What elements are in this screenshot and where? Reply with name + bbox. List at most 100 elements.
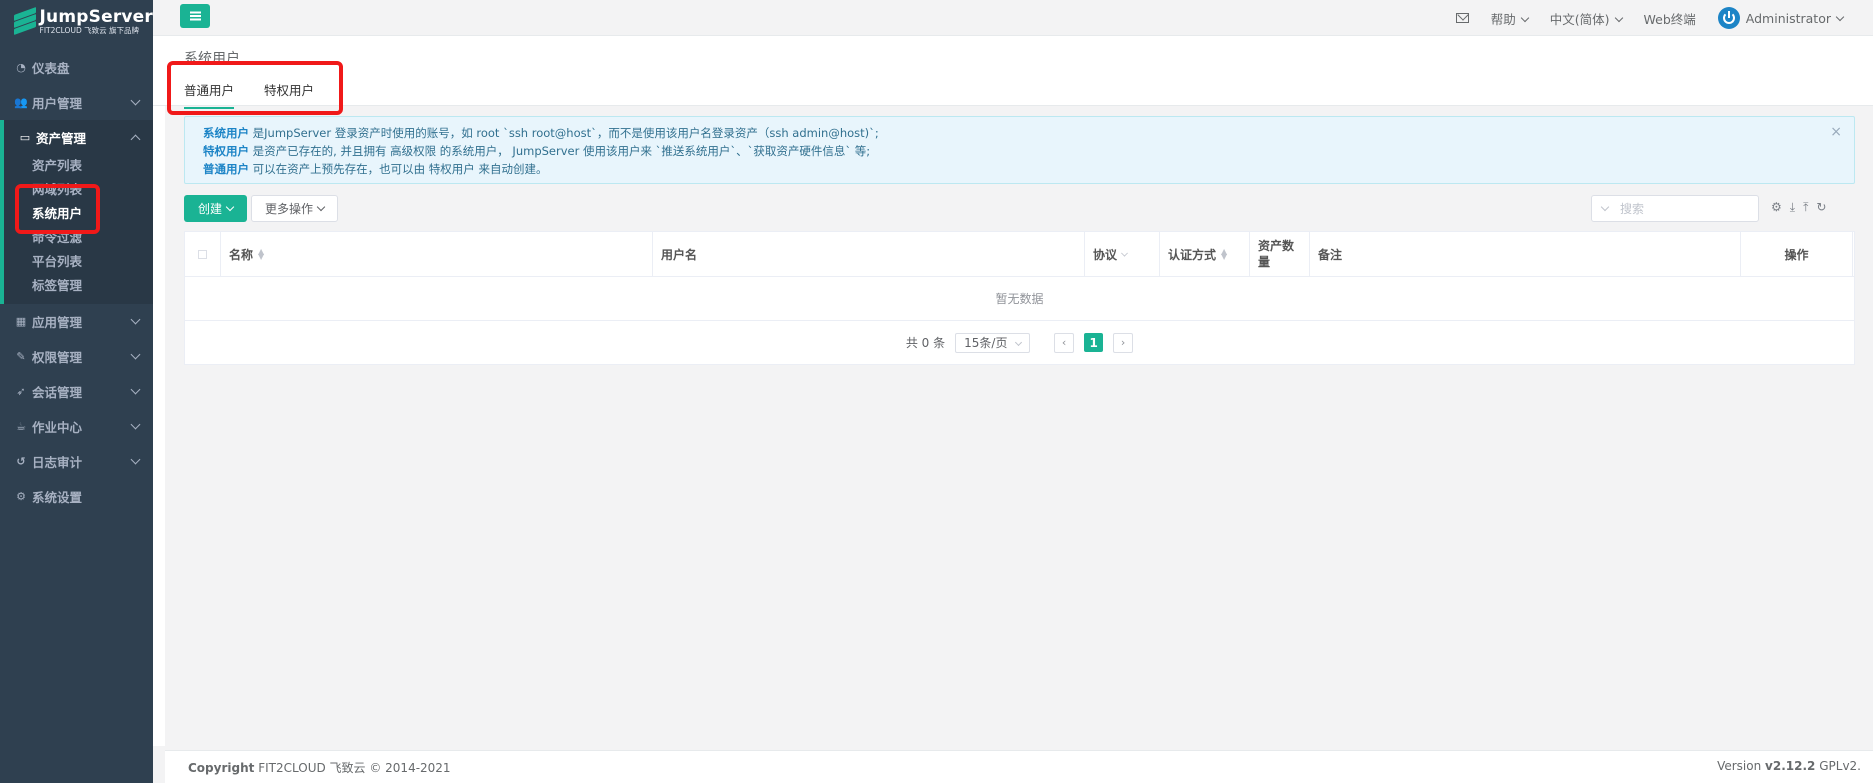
- table-header: 名称 ▲ ▼ 用户名 协议 认证方式 ▲ ▼ 资产数量 备注 操作: [185, 232, 1854, 277]
- logo[interactable]: JumpServer FIT2CLOUD 飞致云 旗下品牌: [0, 0, 153, 42]
- column-label: 操作: [1784, 247, 1809, 262]
- column-comment: 备注: [1310, 232, 1741, 276]
- create-button-label: 创建: [197, 202, 222, 216]
- chevron-down-icon: [130, 349, 141, 360]
- sidebar: JumpServer FIT2CLOUD 飞致云 旗下品牌 ◔ 仪表盘 👥 用户…: [0, 0, 153, 783]
- gears-icon: ⚙: [16, 490, 26, 503]
- toggle-sidebar-button[interactable]: [180, 4, 210, 28]
- sidebar-item-sessions[interactable]: ➶ 会话管理: [0, 374, 153, 409]
- sidebar-item-jobs[interactable]: ☕ 作业中心: [0, 409, 153, 444]
- version-label: Version: [1717, 759, 1762, 773]
- power-avatar-icon: [1717, 7, 1740, 29]
- copyright-label: Copyright: [188, 761, 255, 775]
- inbox-icon: ▭: [19, 130, 31, 144]
- system-users-table: 名称 ▲ ▼ 用户名 协议 认证方式 ▲ ▼ 资产数量 备注 操作 暂无数据 共 0 条…: [184, 231, 1855, 365]
- top-navbar: 帮助 中文(简体) Web终端 Administrator: [153, 0, 1873, 36]
- column-name[interactable]: 名称 ▲ ▼: [221, 232, 653, 276]
- column-username: 用户名: [653, 232, 1085, 276]
- main-content: 系统用户 是JumpServer 登录资产时使用的账号，如 root `ssh …: [184, 116, 1855, 365]
- pagination: 共 0 条 15条/页 ‹ 1 ›: [185, 321, 1854, 364]
- sort-icon: ▲ ▼: [1221, 247, 1228, 261]
- sidebar-item-label: 系统设置: [32, 490, 83, 505]
- chevron-down-icon: [130, 419, 141, 430]
- sidebar-nav: ◔ 仪表盘 👥 用户管理 ▭ 资产管理 资产列表 网域列表 系统用户 命令过滤 …: [0, 50, 153, 514]
- annotation-system-users-highlight: [15, 184, 100, 234]
- column-label: 备注: [1318, 247, 1343, 262]
- page-heading: 系统用户 普通用户 特权用户: [153, 36, 1873, 109]
- language-menu[interactable]: 中文(简体): [1550, 9, 1622, 28]
- column-label: 名称: [229, 247, 254, 262]
- web-terminal-link[interactable]: Web终端: [1644, 9, 1696, 28]
- total-count: 共 0 条: [905, 336, 946, 350]
- select-all-cell: [185, 232, 221, 276]
- alert-term: 普通用户: [203, 162, 249, 176]
- sidebar-item-label: 日志审计: [32, 455, 83, 470]
- column-label: 认证方式: [1168, 247, 1217, 262]
- upload-icon[interactable]: ⤒: [1803, 200, 1808, 215]
- sidebar-item-settings[interactable]: ⚙ 系统设置: [0, 479, 153, 514]
- help-menu[interactable]: 帮助: [1491, 9, 1528, 28]
- settings-icon[interactable]: ⚙: [1771, 200, 1782, 215]
- chevron-down-icon: [130, 95, 141, 106]
- sidebar-item-label: 权限管理: [32, 350, 83, 365]
- jumpserver-logo-icon: [14, 6, 36, 36]
- license: GPLv2.: [1819, 759, 1861, 773]
- history-icon: ↺: [16, 455, 26, 468]
- sidebar-item-assets[interactable]: ▭ 资产管理: [4, 120, 153, 154]
- sidebar-item-label: 会话管理: [32, 385, 83, 400]
- chevron-down-icon: [130, 384, 141, 395]
- create-button[interactable]: 创建: [184, 195, 247, 222]
- page-number-button[interactable]: 1: [1084, 333, 1104, 352]
- rocket-icon: ➶: [16, 385, 26, 398]
- footer: Copyright FIT2CLOUD 飞致云 © 2014-2021 Vers…: [165, 750, 1873, 783]
- chevron-down-icon: [130, 314, 141, 325]
- sort-icon: ▲ ▼: [258, 247, 265, 261]
- alert-text: 可以在资产上预先存在，也可以由 特权用户 来自动创建。: [252, 162, 548, 176]
- user-menu[interactable]: Administrator: [1717, 7, 1843, 29]
- chevron-up-icon: [130, 134, 141, 145]
- sidebar-item-applications[interactable]: ▦ 应用管理: [0, 304, 153, 339]
- sidebar-item-permissions[interactable]: ✎ 权限管理: [0, 339, 153, 374]
- empty-state: 暂无数据: [185, 277, 1854, 321]
- user-name: Administrator: [1746, 11, 1843, 26]
- column-label: 资产数量: [1258, 239, 1295, 269]
- select-all-checkbox[interactable]: [198, 249, 207, 259]
- chevron-down-icon: [1600, 202, 1610, 212]
- sidebar-item-audits[interactable]: ↺ 日志审计: [0, 444, 153, 479]
- dashboard-icon: ◔: [16, 61, 26, 74]
- page-size-select[interactable]: 15条/页: [955, 332, 1031, 353]
- sidebar-item-label: 仪表盘: [32, 61, 70, 76]
- sidebar-item-label: 资产管理: [36, 130, 87, 146]
- column-asset-count: 资产数量: [1250, 232, 1310, 276]
- edit-icon: ✎: [16, 350, 26, 363]
- hamburger-icon: [189, 15, 201, 17]
- brand-title: JumpServer: [39, 6, 153, 27]
- filter-icon: [1118, 248, 1127, 259]
- sidebar-item-label: 用户管理: [32, 96, 83, 111]
- sidebar-subitem-label-manage[interactable]: 标签管理: [4, 274, 153, 298]
- table-toolbar: 创建 更多操作 搜索 ⚙ ⤓ ⤒ ↻: [184, 195, 1855, 222]
- alert-term: 系统用户: [203, 126, 249, 140]
- sidebar-subitem-platform-list[interactable]: 平台列表: [4, 250, 153, 274]
- refresh-icon[interactable]: ↻: [1816, 200, 1826, 215]
- grid-icon: ▦: [15, 315, 27, 328]
- users-icon: 👥: [14, 96, 28, 109]
- sidebar-item-dashboard[interactable]: ◔ 仪表盘: [0, 50, 153, 85]
- annotation-tabs-highlight: [167, 61, 343, 115]
- sidebar-item-users[interactable]: 👥 用户管理: [0, 85, 153, 120]
- close-icon[interactable]: ×: [1830, 123, 1842, 141]
- more-actions-button[interactable]: 更多操作: [251, 195, 338, 222]
- download-icon[interactable]: ⤓: [1790, 200, 1795, 215]
- next-page-button[interactable]: ›: [1113, 332, 1134, 353]
- alert-text: 是资产已存在的, 并且拥有 高级权限 的系统用户， JumpServer 使用该…: [252, 144, 871, 158]
- mail-icon[interactable]: [1455, 13, 1469, 23]
- search-input[interactable]: 搜索: [1591, 195, 1759, 222]
- column-protocol[interactable]: 协议: [1085, 232, 1160, 276]
- column-auth-method[interactable]: 认证方式 ▲ ▼: [1160, 232, 1250, 276]
- sidebar-subitem-asset-list[interactable]: 资产列表: [4, 154, 153, 178]
- info-alert: 系统用户 是JumpServer 登录资产时使用的账号，如 root `ssh …: [184, 116, 1855, 184]
- page-size-label: 15条/页: [964, 336, 1008, 350]
- chevron-down-icon: [130, 454, 141, 465]
- prev-page-button[interactable]: ‹: [1054, 332, 1075, 353]
- version-number: v2.12.2: [1765, 759, 1816, 773]
